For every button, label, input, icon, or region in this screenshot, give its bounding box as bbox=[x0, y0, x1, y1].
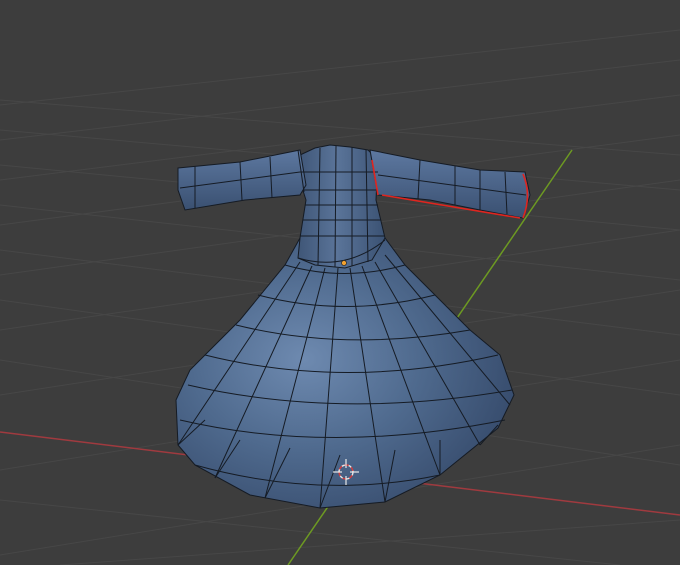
dress-mesh[interactable] bbox=[175, 144, 531, 509]
3d-viewport[interactable] bbox=[0, 0, 680, 565]
object-origin[interactable] bbox=[341, 260, 347, 266]
viewport-canvas[interactable] bbox=[0, 0, 680, 565]
